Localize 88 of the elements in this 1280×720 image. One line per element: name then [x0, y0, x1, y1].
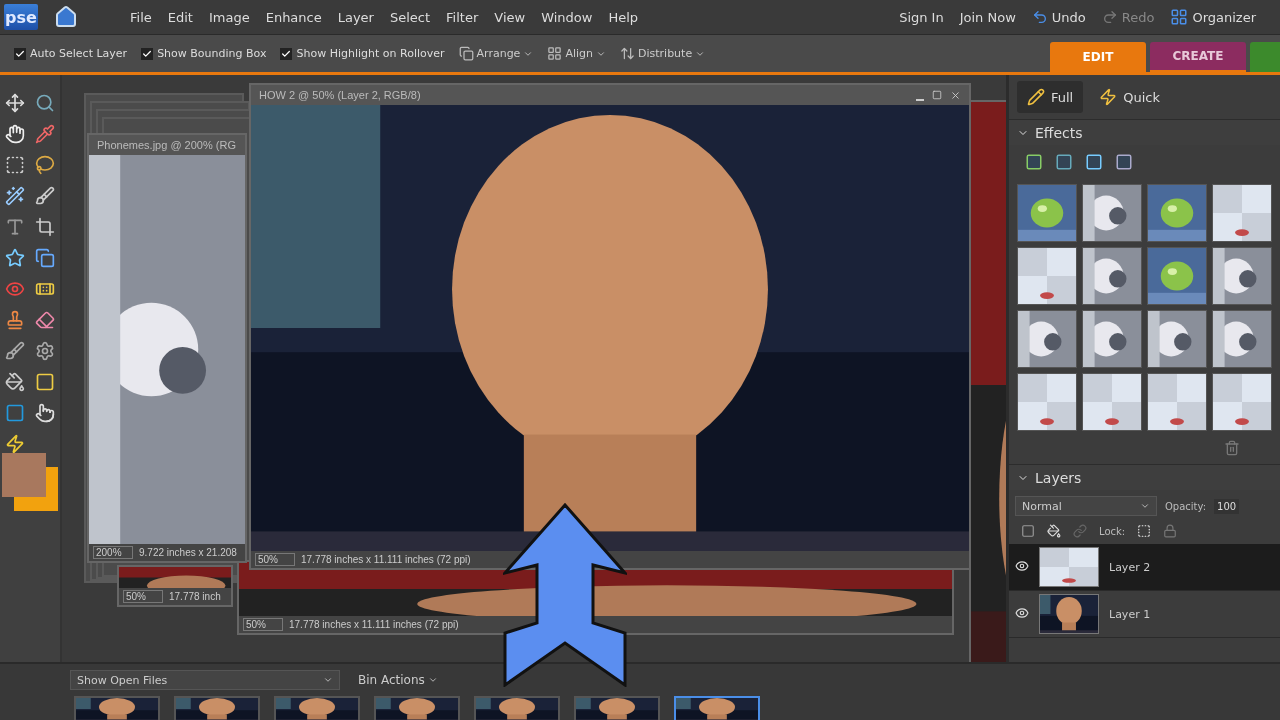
menu-item[interactable]: Window — [541, 9, 593, 25]
eye-icon[interactable] — [1015, 558, 1029, 573]
opacity-field[interactable]: 100 — [1214, 498, 1240, 514]
eye-icon[interactable] — [1015, 605, 1029, 620]
mode-tab[interactable]: CREATE — [1150, 42, 1246, 72]
rectangle-icon[interactable] — [5, 402, 25, 423]
document-title: HOW 2 @ 50% (Layer 2, RGB/8) — [259, 89, 421, 101]
move-icon[interactable] — [5, 92, 25, 113]
trash-icon[interactable] — [1224, 440, 1240, 456]
color-swatches-drawing[interactable] — [2, 452, 58, 511]
align-icon — [547, 46, 563, 61]
layer-row[interactable]: Layer 2 — [1009, 544, 1280, 591]
option-dropdown[interactable]: Distribute — [620, 46, 706, 61]
grid-icon — [1170, 8, 1189, 26]
caret-icon — [1140, 501, 1150, 511]
menu-item[interactable]: Enhance — [265, 9, 322, 25]
menu-item[interactable]: Image — [208, 9, 250, 25]
effect-category-icon[interactable] — [1115, 153, 1133, 171]
caret-icon — [323, 675, 333, 685]
bucket-icon[interactable] — [5, 371, 25, 392]
bin-actions-menu[interactable]: Bin Actions — [358, 673, 438, 687]
layer-row[interactable]: Layer 1 — [1009, 591, 1280, 638]
document-size: 17.778 inch — [169, 591, 221, 602]
undo-button[interactable]: Undo — [1031, 9, 1086, 25]
redo-icon — [1101, 9, 1118, 25]
close-icon[interactable] — [950, 89, 961, 101]
zoom-field[interactable]: 200% — [93, 546, 133, 559]
lock-icon[interactable] — [1163, 524, 1178, 538]
checkbox[interactable] — [14, 47, 26, 60]
zoom-icon[interactable] — [35, 92, 55, 113]
option-dropdown[interactable]: Align — [547, 46, 606, 61]
effect-category-icon[interactable] — [1085, 153, 1103, 171]
bin-filter-dropdown[interactable]: Show Open Files — [70, 670, 340, 690]
option-checkbox[interactable]: Show Highlight on Rollover — [280, 47, 445, 60]
edit-mode-tab[interactable]: Quick — [1089, 81, 1170, 113]
lasso-icon[interactable] — [35, 154, 55, 175]
undo-icon — [1031, 9, 1048, 25]
eyedropper-icon[interactable] — [35, 123, 55, 144]
menu-item[interactable]: Filter — [446, 9, 479, 25]
lock-label: Lock: — [1099, 525, 1126, 537]
blend-mode-dropdown[interactable]: Normal — [1015, 496, 1157, 516]
minimize-icon[interactable] — [916, 98, 924, 101]
menu-item[interactable]: View — [494, 9, 526, 25]
menu-item[interactable]: Edit — [167, 9, 193, 25]
zoom-field[interactable]: 50% — [255, 553, 295, 566]
gear-icon[interactable] — [35, 340, 55, 361]
document-size: 17.778 inches x 11.111 inches (72 ppi) — [289, 619, 459, 630]
zoom-field[interactable]: 50% — [243, 618, 283, 631]
document-size: 17.778 inches x 11.111 inches (72 ppi) — [301, 554, 471, 565]
checkbox[interactable] — [141, 47, 154, 60]
brush-icon[interactable] — [35, 185, 55, 206]
menu-item[interactable]: Layer — [337, 9, 374, 25]
app-logo: pse — [4, 4, 38, 30]
star-icon[interactable] — [5, 247, 25, 268]
checkbox[interactable] — [280, 47, 293, 60]
menu-item[interactable]: Help — [608, 9, 639, 25]
hand-icon[interactable] — [5, 123, 25, 144]
edit-mode-tab[interactable]: Full — [1017, 81, 1084, 113]
eraser-icon[interactable] — [35, 309, 55, 330]
document-title: Phonemes.jpg @ 200% (RG — [97, 139, 236, 151]
maximize-icon[interactable] — [932, 89, 942, 100]
option-checkbox[interactable]: Show Bounding Box — [141, 47, 267, 60]
opacity-label: Opacity: — [1165, 500, 1207, 512]
wand-icon[interactable] — [5, 185, 25, 206]
layer-name: Layer 1 — [1109, 607, 1151, 621]
home-icon[interactable] — [54, 5, 78, 29]
menu-item[interactable]: File — [130, 9, 152, 25]
account-link[interactable]: Sign In — [899, 9, 944, 25]
option-dropdown[interactable]: Arrange — [458, 46, 534, 61]
arrange-icon — [458, 46, 474, 61]
effect-category-icon[interactable] — [1055, 153, 1073, 171]
layer-name: Layer 2 — [1109, 560, 1151, 574]
menu-item[interactable]: Select — [389, 9, 431, 25]
effect-category-icon[interactable] — [1025, 153, 1043, 171]
organizer-button[interactable]: Organizer — [1170, 8, 1256, 26]
lightning-icon — [1099, 88, 1118, 106]
pencil-icon — [1027, 88, 1045, 106]
option-checkbox[interactable]: Auto Select Layer — [14, 47, 128, 60]
document-size: 9.722 inches x 21.208 — [139, 547, 237, 558]
marquee-icon[interactable] — [5, 154, 25, 175]
crop-icon[interactable] — [35, 216, 55, 237]
zoom-field[interactable]: 50% — [123, 590, 163, 603]
distribute-icon — [620, 46, 635, 61]
brush-icon[interactable] — [5, 340, 25, 361]
layers-icon[interactable] — [35, 247, 55, 268]
account-link[interactable]: Join Now — [959, 9, 1016, 25]
caret-icon — [427, 675, 438, 685]
stamp-icon[interactable] — [5, 309, 25, 330]
